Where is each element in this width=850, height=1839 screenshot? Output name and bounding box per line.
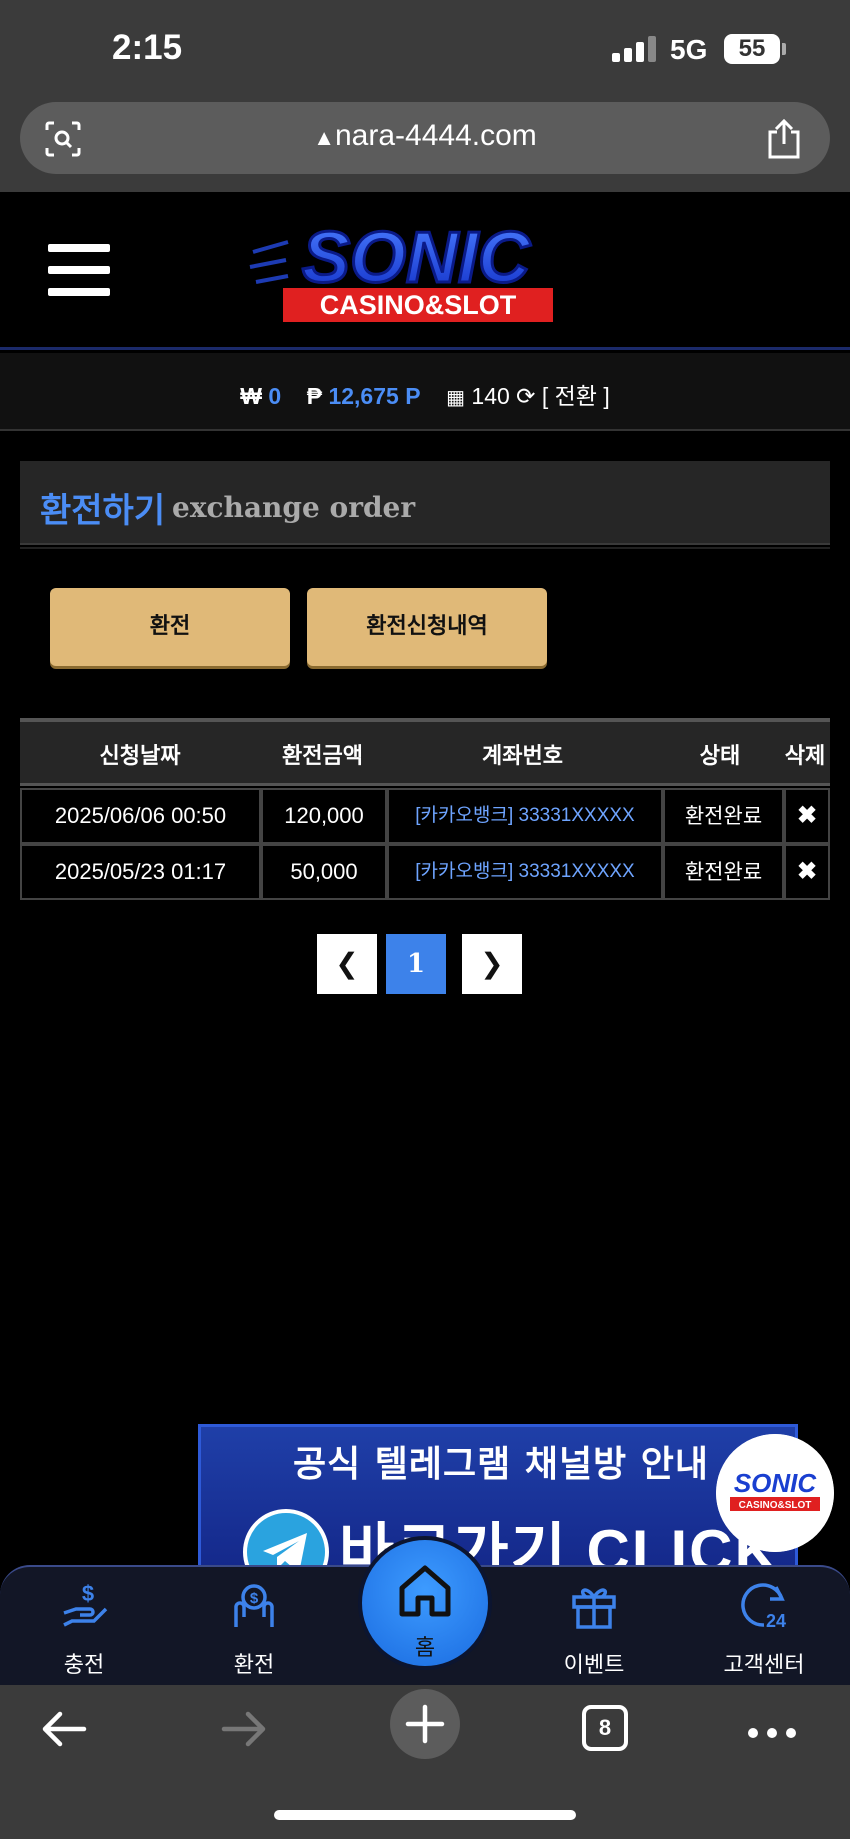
nav-support-label: 고객센터 [723, 1653, 805, 1678]
table-header: 신청날짜 환전금액 계좌번호 상태 삭제 [20, 718, 830, 786]
point-icon: ₱ [306, 383, 323, 409]
url-label: nara-4444.com [334, 119, 537, 152]
url-text[interactable]: ▲nara-4444.com [20, 119, 830, 153]
battery-icon: 55 [724, 34, 780, 64]
new-tab-button[interactable] [390, 1689, 460, 1759]
won-icon: ₩ [240, 383, 262, 409]
point-balance: 12,675 P [328, 383, 421, 409]
back-icon[interactable] [40, 1709, 88, 1749]
withdraw-icon: $ [234, 1584, 274, 1627]
home-icon [399, 1565, 451, 1617]
browser-address-area: ▲nara-4444.com [0, 100, 850, 192]
cell-date: 2025/05/23 01:17 [20, 844, 261, 900]
svg-text:CASINO&SLOT: CASINO&SLOT [320, 290, 517, 320]
cell-status: 환전완료 [663, 844, 784, 900]
won-balance: 0 [268, 383, 282, 409]
nav-support[interactable]: 24 고객센터 [694, 1567, 834, 1687]
svg-text:$: $ [250, 1590, 259, 1607]
nav-event[interactable]: 이벤트 [524, 1567, 664, 1687]
signal-icon [612, 36, 658, 62]
chip-icon: ▦ [446, 387, 466, 409]
column-header-status: 상태 [699, 744, 741, 769]
support-24-icon: 24 [741, 1583, 786, 1631]
cell-amount: 50,000 [261, 844, 387, 900]
page-subtitle: exchange order [172, 491, 416, 524]
gift-icon [572, 1588, 616, 1629]
chip-balance: 140 [471, 383, 510, 409]
banner-title: 공식 텔레그램 채널방 안내 [293, 1444, 709, 1485]
address-bar[interactable]: ▲nara-4444.com [20, 102, 830, 174]
nav-event-label: 이벤트 [563, 1653, 625, 1678]
divider [20, 547, 830, 549]
column-header-account: 계좌번호 [482, 744, 563, 769]
home-indicator[interactable] [274, 1810, 576, 1820]
table-row: 2025/06/06 00:50 120,000 [카카오뱅크] 33331XX… [20, 788, 830, 844]
menu-icon[interactable] [48, 244, 110, 296]
svg-text:SONIC: SONIC [302, 218, 531, 298]
nav-home-label: 홈 [414, 1636, 436, 1661]
network-label: 5G [670, 34, 708, 65]
cell-status: 환전완료 [663, 788, 784, 844]
convert-button[interactable]: [ 전환 ] [542, 383, 610, 409]
svg-text:SONIC: SONIC [734, 1468, 818, 1498]
next-page-icon[interactable]: ❯ [462, 934, 522, 994]
plus-icon [405, 1704, 445, 1744]
battery-nub [782, 43, 786, 55]
nav-withdraw[interactable]: $ 환전 [184, 1567, 324, 1687]
delete-icon[interactable]: ✖ [784, 788, 830, 844]
nav-deposit-label: 충전 [63, 1653, 105, 1678]
svg-text:CASINO&SLOT: CASINO&SLOT [739, 1500, 812, 1511]
cell-account: [카카오뱅크] 33331XXXXX [387, 844, 663, 900]
column-header-date: 신청날짜 [99, 744, 181, 769]
table-row: 2025/05/23 01:17 50,000 [카카오뱅크] 33331XXX… [20, 844, 830, 900]
column-header-amount: 환전금액 [282, 744, 363, 769]
telegram-banner[interactable]: 공식 텔레그램 채널방 안내 바로가기 CLICK [198, 1424, 798, 1574]
warning-icon: ▲ [313, 125, 335, 150]
exchange-button[interactable]: 환전 [50, 588, 290, 666]
balance-bar: ₩ 0 ₱ 12,675 P ▦ 140 ⟳ [ 전환 ] [0, 353, 850, 431]
cell-date: 2025/06/06 00:50 [20, 788, 261, 844]
column-header-delete: 삭제 [784, 744, 826, 769]
page-number-current[interactable]: 1 [386, 934, 446, 994]
section-title-bar: 환전하기 exchange order [20, 461, 830, 545]
forward-icon[interactable] [220, 1709, 268, 1749]
sonic-casino-logo[interactable]: SONIC CASINO&SLOT [248, 212, 578, 328]
nav-deposit[interactable]: $ 충전 [14, 1567, 154, 1687]
delete-icon[interactable]: ✖ [784, 844, 830, 900]
site-header: SONIC CASINO&SLOT [0, 192, 850, 350]
cell-account: [카카오뱅크] 33331XXXXX [387, 788, 663, 844]
cell-amount: 120,000 [261, 788, 387, 844]
page-title: 환전하기 [40, 491, 166, 531]
nav-withdraw-label: 환전 [233, 1653, 275, 1678]
svg-text:24: 24 [766, 1611, 786, 1631]
svg-text:$: $ [82, 1581, 94, 1606]
status-bar: 2:15 5G 55 [0, 0, 850, 100]
page: 2:15 5G 55 ▲nara-4444.com SONIC CASINO&S… [0, 0, 850, 1839]
floating-logo[interactable]: SONIC CASINO&SLOT [716, 1434, 834, 1552]
prev-page-icon[interactable]: ❮ [317, 934, 377, 994]
exchange-history-button[interactable]: 환전신청내역 [307, 588, 547, 666]
status-time: 2:15 [112, 28, 183, 67]
more-options-icon[interactable] [748, 1723, 805, 1742]
refresh-icon[interactable]: ⟳ [516, 383, 535, 409]
tab-count-button[interactable]: 8 [582, 1705, 628, 1751]
deposit-icon: $ [63, 1581, 108, 1627]
nav-home-button[interactable]: 홈 [358, 1536, 492, 1670]
share-icon[interactable] [764, 118, 804, 160]
